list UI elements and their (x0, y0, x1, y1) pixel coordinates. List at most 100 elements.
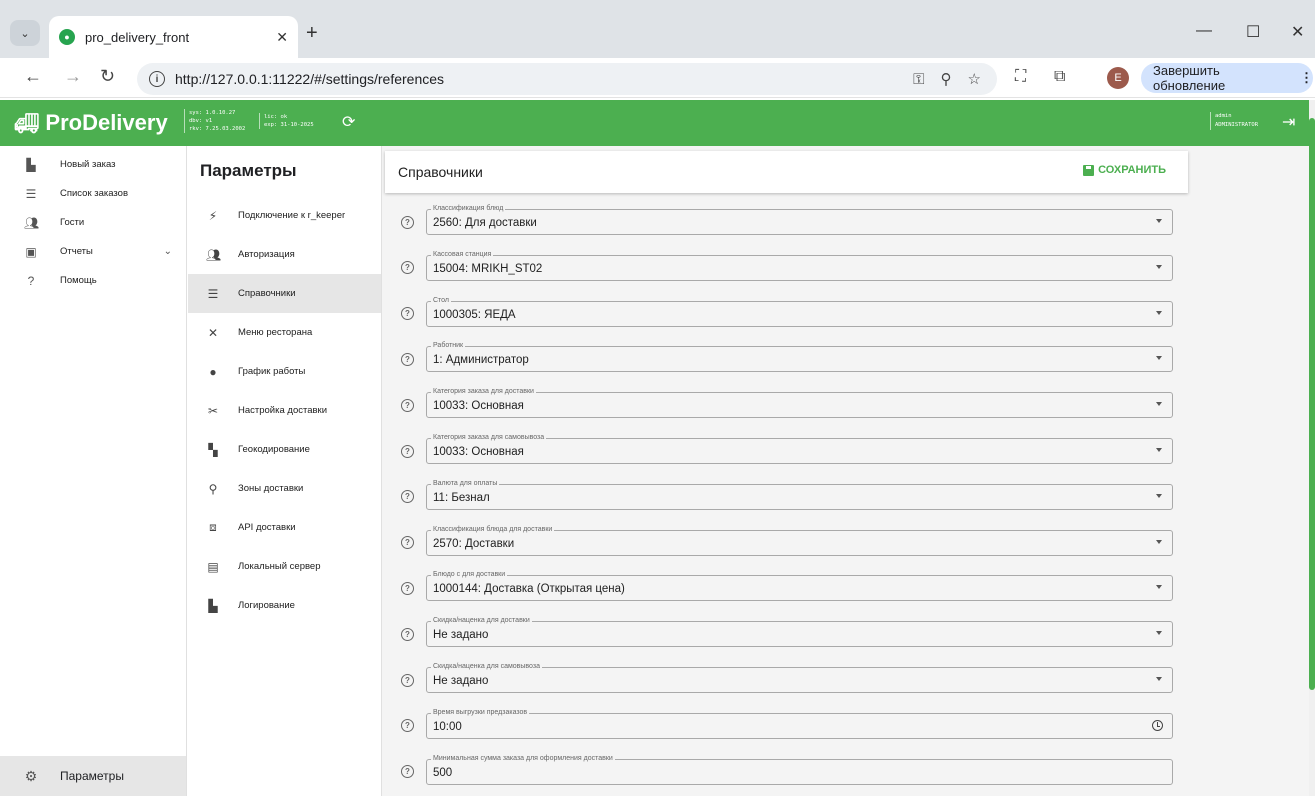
menu-item-references[interactable]: ☰ Справочники (188, 274, 381, 313)
sidebar-item-label: Список заказов (60, 188, 129, 199)
question-icon[interactable]: ? (401, 719, 414, 733)
sidebar-item-help[interactable]: ? Помощь (0, 266, 186, 295)
dropdown-arrow-icon[interactable] (1156, 310, 1162, 315)
version-line: sys: 1.0.10.27 (189, 110, 236, 116)
field-value: 11: Безнал (433, 491, 490, 504)
main-content: Справочники СОХРАНИТЬ ? Классификация блю… (382, 146, 1309, 796)
question-icon[interactable]: ? (401, 581, 414, 595)
menu-item-schedule[interactable]: ● График работы (188, 352, 381, 391)
question-icon[interactable]: ? (401, 352, 414, 366)
dropdown-arrow-icon[interactable] (1156, 448, 1162, 452)
logout-icon[interactable]: ⇥ (1282, 112, 1295, 132)
chevron-down-icon[interactable]: ⌄ (164, 246, 172, 257)
question-icon[interactable]: ? (401, 261, 414, 275)
version-line: rkv: 7.25.03.2002 (189, 126, 246, 132)
select-field[interactable]: Работник 1: Администратор (426, 341, 1173, 373)
save-button[interactable]: СОХРАНИТЬ (1083, 164, 1166, 176)
version-info: sys: 1.0.10.27 dbv: v1 rkv: 7.25.03.2002 (184, 109, 245, 133)
close-window-button[interactable]: ✕ (1291, 22, 1304, 42)
delivery-settings-icon: ✂︎ (207, 403, 219, 418)
menu-item-delivery-zones[interactable]: ⚲ Зоны доставки (188, 469, 381, 508)
menu-item-label: Меню ресторана (238, 327, 313, 338)
sidebar-item-reports[interactable]: ▣ Отчеты ⌄ (0, 237, 186, 266)
select-field[interactable]: Кассовая станция 15004: MRIKH_ST02 (426, 249, 1173, 281)
logo-text: ProDelivery (45, 110, 168, 135)
password-key-icon[interactable]: ⚿ (913, 71, 924, 88)
question-icon[interactable]: ? (401, 765, 414, 779)
app-logo[interactable]: 🚚︎ ProDelivery (14, 110, 168, 136)
site-info-icon[interactable]: i (149, 71, 165, 87)
select-field[interactable]: Категория заказа для доставки 10033: Осно… (426, 387, 1173, 419)
question-icon[interactable]: ? (401, 490, 414, 504)
select-field[interactable]: Валюта для оплаты 11: Безнал (426, 478, 1173, 510)
question-icon[interactable]: ? (401, 398, 414, 412)
refresh-icon[interactable]: ⟳ (342, 112, 355, 132)
reload-button[interactable]: ↻ (100, 66, 115, 87)
close-tab-icon[interactable]: ✕ (276, 29, 288, 46)
select-field[interactable]: Блюдо с для доставки 1000144: Доставка (О… (426, 570, 1173, 602)
select-field[interactable]: Классификация блюд 2560: Для доставки (426, 204, 1173, 235)
sidebar-item-new-order[interactable]: ▙ Новый заказ (0, 150, 186, 179)
time-field[interactable]: Время выгрузки предзаказов 10:00 (426, 707, 1173, 739)
dropdown-arrow-icon[interactable] (1156, 585, 1162, 590)
screenshot-icon[interactable]: ⛶ (1015, 68, 1026, 86)
question-icon[interactable]: ? (401, 307, 414, 321)
select-field[interactable]: Скидка/наценка для доставки Не задано (426, 616, 1173, 648)
clock-icon[interactable] (1152, 719, 1163, 731)
form-row: ? Скидка/наценка для самовывоза Не задано (401, 662, 1173, 693)
dropdown-arrow-icon[interactable] (1156, 539, 1162, 544)
question-icon[interactable]: ? (401, 536, 414, 550)
select-field[interactable]: Категория заказа для самовывоза 10033: Ос… (426, 433, 1173, 464)
new-tab-button[interactable]: + (306, 22, 318, 45)
update-browser-button[interactable]: Завершить обновление ⋮ (1141, 63, 1313, 93)
browser-tab[interactable]: ● pro_delivery_front ✕ (49, 16, 298, 58)
more-menu-icon[interactable]: ⋮ (1300, 70, 1313, 86)
select-field[interactable]: Скидка/наценка для самовывоза Не задано (426, 662, 1173, 693)
minimize-button[interactable]: — (1196, 22, 1212, 40)
address-bar[interactable]: i http://127.0.0.1:11222/#/settings/refe… (137, 63, 997, 95)
menu-item-geocoding[interactable]: ▚ Геокодирование (188, 430, 381, 469)
select-field[interactable]: Классификация блюда для доставки 2570: До… (426, 524, 1173, 556)
menu-item-logging[interactable]: ▙ Логирование (188, 586, 381, 625)
select-field[interactable]: Стол 1000305: ЯЕДА (426, 295, 1173, 327)
dropdown-arrow-icon[interactable] (1156, 493, 1162, 498)
zoom-icon[interactable]: ⚲ (941, 70, 952, 88)
menu-item-local-server[interactable]: ▤ Локальный сервер (188, 547, 381, 586)
text-field[interactable]: Минимальная сумма заказа для оформления … (426, 753, 1173, 785)
field-label: Категория заказа для доставки (431, 387, 536, 397)
field-label: Время выгрузки предзаказов (431, 707, 530, 717)
field-value: 10:00 (433, 720, 462, 733)
dropdown-arrow-icon[interactable] (1156, 677, 1162, 681)
dropdown-arrow-icon[interactable] (1156, 402, 1162, 407)
back-button[interactable]: ← (24, 66, 42, 87)
log-icon: ▙ (208, 598, 218, 613)
field-label: Минимальная сумма заказа для оформления … (431, 753, 615, 763)
bookmark-star-icon[interactable]: ☆ (968, 70, 981, 88)
dropdown-arrow-icon[interactable] (1156, 219, 1162, 223)
browser-tab-bar: ⌄ ● pro_delivery_front ✕ + — ☐ ✕ (0, 0, 1315, 58)
forward-button[interactable]: → (64, 66, 82, 87)
sidebar-item-settings[interactable]: ⚙ Параметры (0, 756, 186, 796)
menu-item-restaurant-menu[interactable]: ✕ Меню ресторана (188, 313, 381, 352)
question-icon[interactable]: ? (401, 215, 414, 229)
tab-search-button[interactable]: ⌄ (10, 20, 40, 46)
menu-item-delivery-api[interactable]: ⧈ API доставки (188, 508, 381, 547)
dropdown-arrow-icon[interactable] (1156, 631, 1162, 636)
profile-avatar[interactable]: E (1107, 67, 1129, 89)
question-icon[interactable]: ? (401, 673, 414, 687)
menu-item-label: График работы (238, 366, 306, 377)
dropdown-arrow-icon[interactable] (1156, 356, 1162, 361)
question-icon[interactable]: ? (401, 444, 414, 458)
menu-item-rkeeper[interactable]: ⚡︎ Подключение к r_keeper (188, 196, 381, 235)
dropdown-arrow-icon[interactable] (1156, 264, 1162, 269)
scrollbar-thumb[interactable] (1309, 118, 1315, 690)
menu-item-label: Зоны доставки (238, 483, 304, 494)
extensions-icon[interactable]: ⧉ (1054, 68, 1065, 86)
sidebar-item-guests[interactable]: 👥︎ Гости (0, 208, 186, 237)
menu-item-auth[interactable]: 👥︎ Авторизация (188, 235, 381, 274)
menu-item-delivery-settings[interactable]: ✂︎ Настройка доставки (188, 391, 381, 430)
maximize-button[interactable]: ☐ (1246, 22, 1260, 42)
form-row: ? Скидка/наценка для доставки Не задано (401, 616, 1173, 648)
question-icon[interactable]: ? (401, 627, 414, 641)
sidebar-item-order-list[interactable]: ☰ Список заказов (0, 179, 186, 208)
